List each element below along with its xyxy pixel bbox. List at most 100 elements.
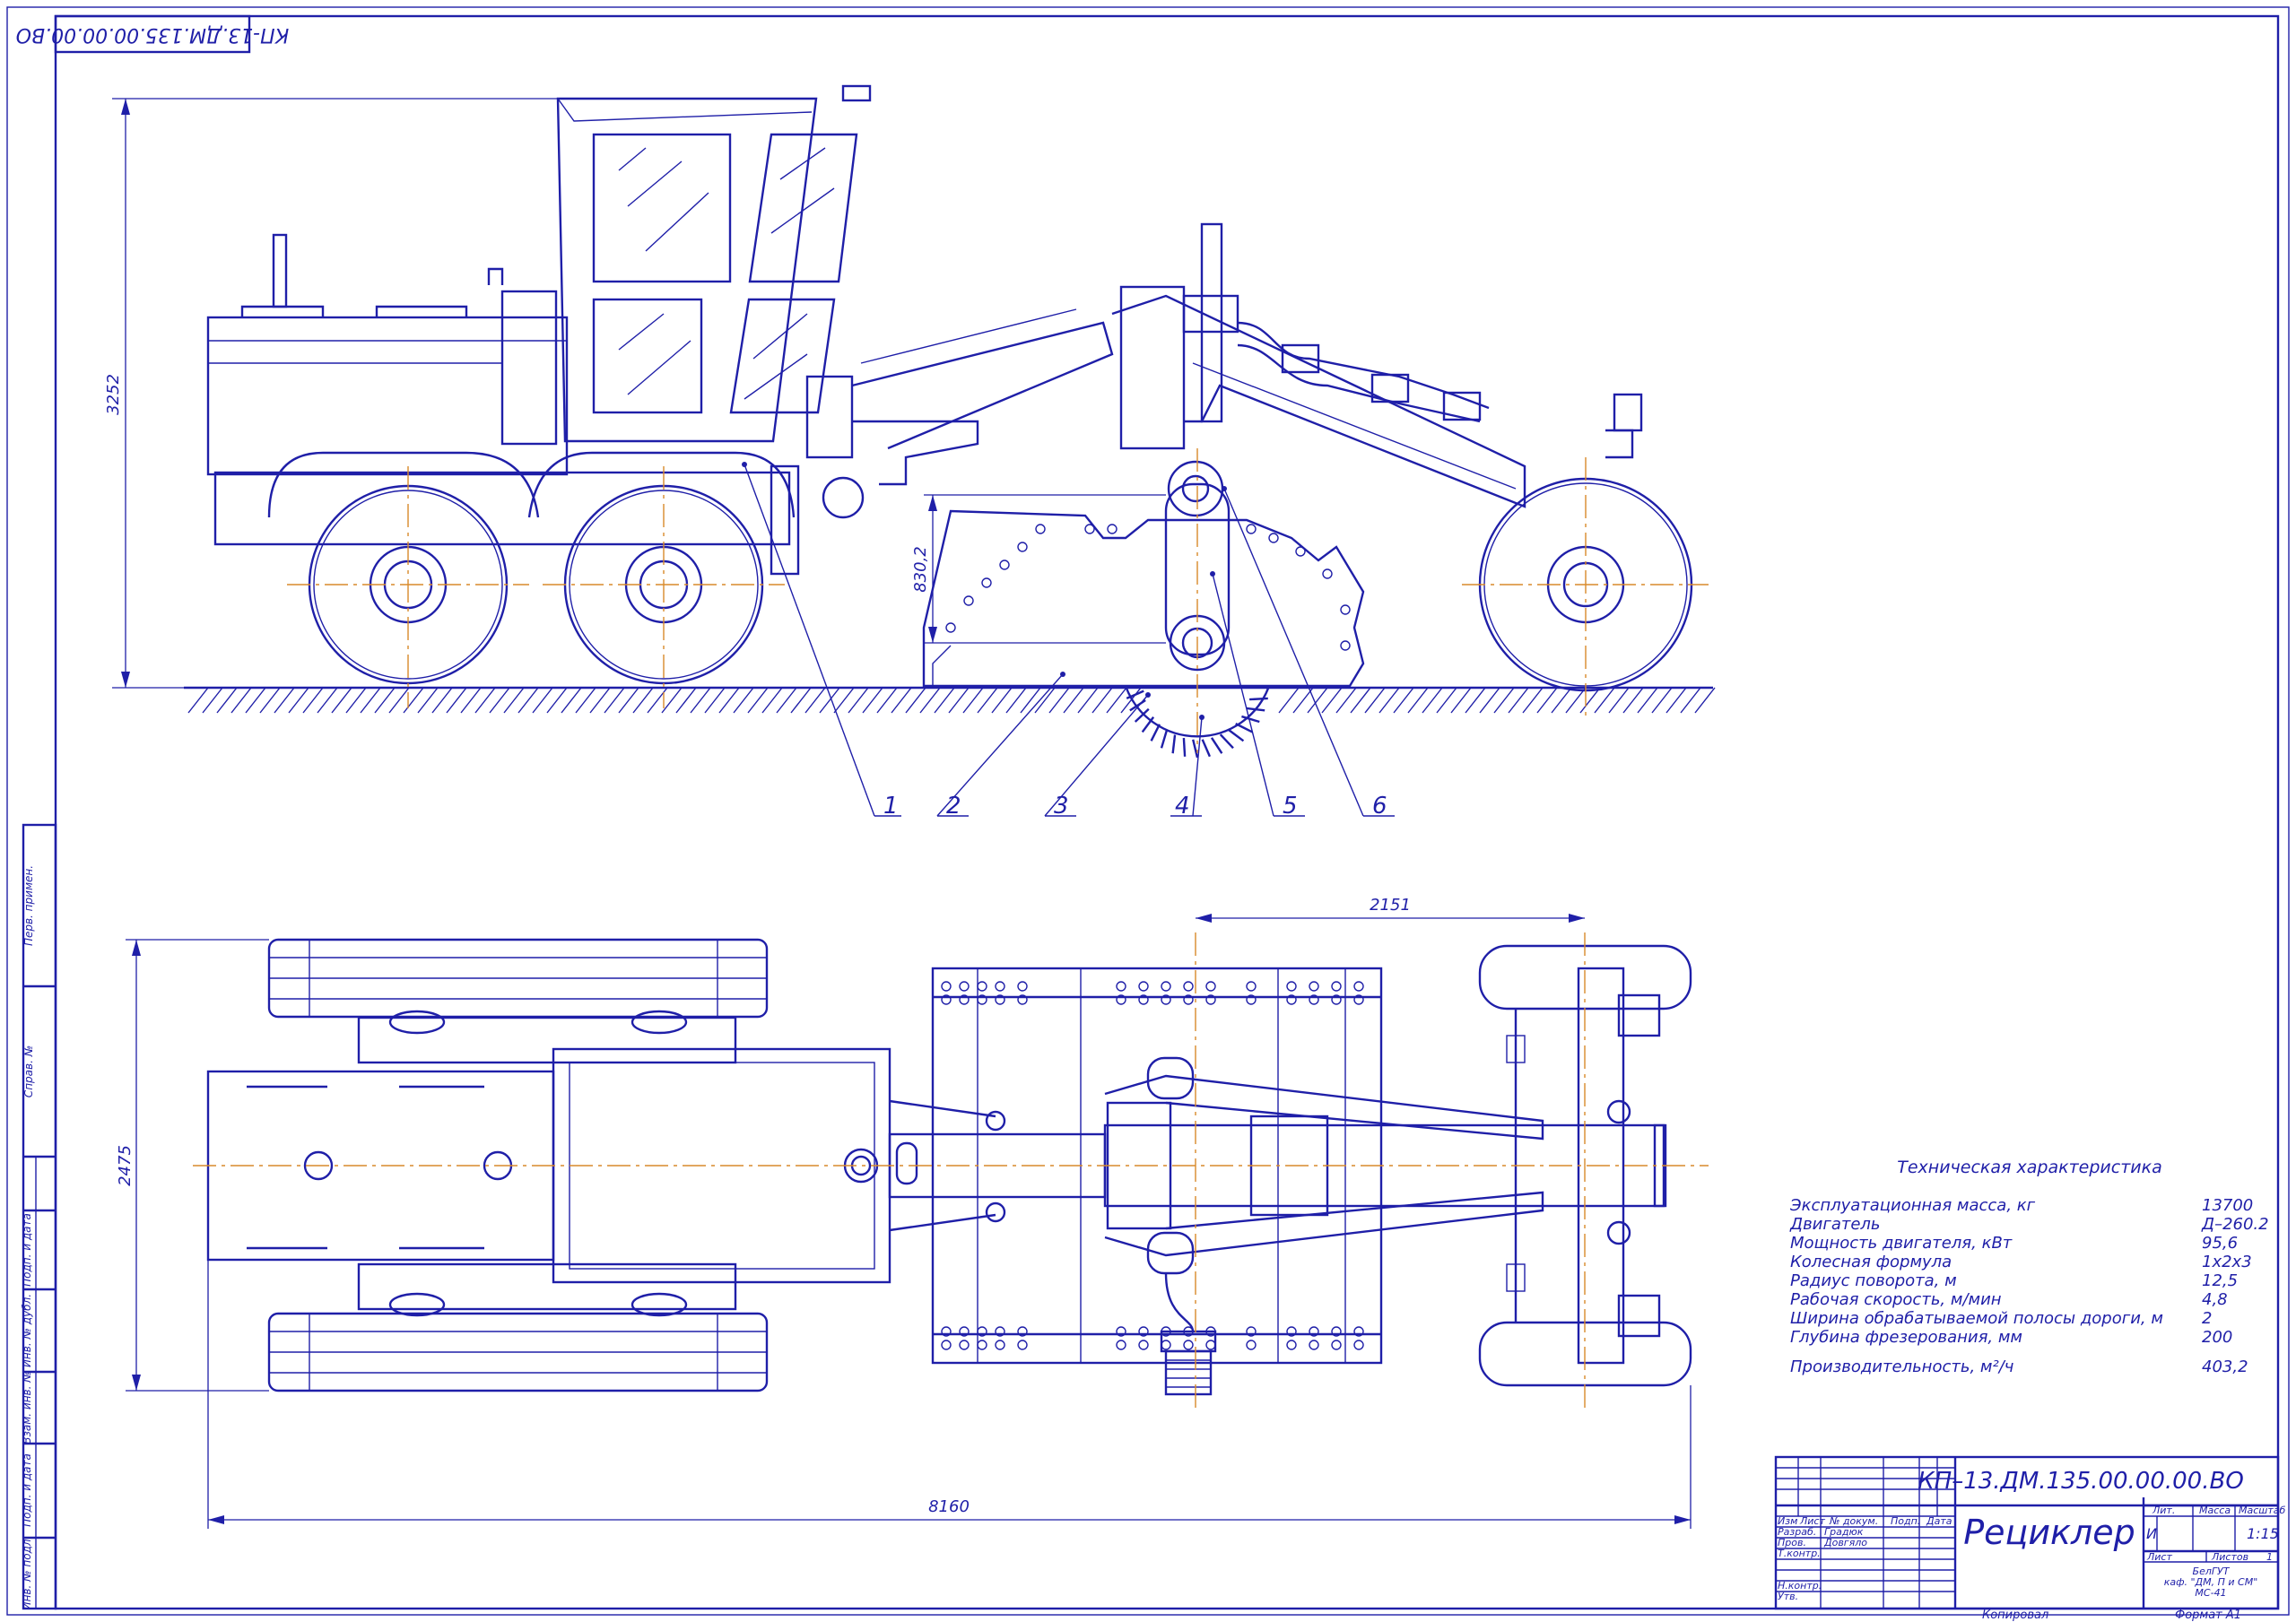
pos-6: 6 — [1372, 793, 1387, 820]
front-frame — [1111, 294, 1526, 508]
frame-bolt — [1116, 1340, 1126, 1350]
ground-hatch — [187, 687, 1716, 714]
stamp-perv: Перв. примен. — [22, 865, 35, 946]
frame-bolt — [1205, 981, 1216, 992]
spec-value-7: 200 — [2202, 1328, 2232, 1347]
side-view: 3252 830,2 1 2 3 4 5 6 — [104, 84, 1716, 820]
frame-bolt — [1331, 981, 1342, 992]
frame-bolt — [1286, 981, 1297, 992]
drum-tooth — [1182, 737, 1187, 757]
mast — [1119, 285, 1186, 450]
role-utv: Утв. — [1778, 1591, 1798, 1602]
dim-span-text: 2151 — [1370, 896, 1411, 915]
drum-tooth — [1228, 728, 1245, 742]
spec-value-8: 403,2 — [2202, 1357, 2248, 1376]
stamp-inv-dubl: Инв. № дубл. — [21, 1294, 33, 1367]
frame-bolt — [1138, 981, 1149, 992]
frame-bolt — [1116, 981, 1126, 992]
code-stamp: КП-13.ДМ.135.00.00.00.ВО — [16, 14, 289, 54]
sheets-value: 1 — [2266, 1551, 2273, 1563]
spec-value-2: 95,6 — [2202, 1234, 2238, 1253]
cab-window-upper-left — [592, 133, 732, 283]
scale-value: 1:15 — [2247, 1525, 2279, 1542]
specs-title: Техническая характеристика — [1897, 1158, 2161, 1177]
spec-value-4: 12,5 — [2202, 1271, 2238, 1290]
drum-tooth — [1160, 730, 1169, 749]
drum-tooth — [1235, 723, 1253, 733]
drawing-sheet: КП-13.ДМ.135.00.00.00.ВО Перв. примен. С… — [6, 6, 2290, 1622]
pos-2: 2 — [946, 793, 961, 820]
spec-value-1: Д–260.2 — [2201, 1215, 2269, 1234]
scale-header: Масштаб — [2239, 1505, 2285, 1516]
beacon — [841, 84, 872, 102]
frame-bolt — [1353, 981, 1364, 992]
housing-bolts — [945, 524, 1351, 651]
frame-bolt — [959, 1340, 970, 1350]
frame-bolt — [1017, 981, 1028, 992]
frame-bolt — [1309, 981, 1319, 992]
frame-bolt — [995, 981, 1005, 992]
copied-label: Копировал — [1982, 1609, 2048, 1622]
spec-label-2: Мощность двигателя, кВт — [1790, 1234, 2013, 1253]
pos-5: 5 — [1283, 793, 1298, 820]
org-line-3: МС-41 — [2195, 1587, 2226, 1599]
frame-bolt — [1331, 1340, 1342, 1350]
drum-tooth — [1171, 734, 1177, 754]
stamp-sprav: Справ. № — [22, 1045, 35, 1097]
frame-bolt — [1161, 981, 1171, 992]
stamp-podp-1: Подп. и дата — [21, 1213, 33, 1287]
spec-label-0: Эксплуатационная масса, кг — [1789, 1196, 2036, 1215]
lit-header: Лит. — [2152, 1505, 2175, 1516]
stamp-podp-2: Подп. и дата — [21, 1453, 33, 1527]
dim-height: 3252 — [104, 98, 565, 689]
frame-bolt — [1183, 981, 1194, 992]
pos-4: 4 — [1175, 793, 1190, 820]
front-light — [1613, 393, 1643, 432]
spec-value-3: 1х2х3 — [2202, 1253, 2252, 1271]
draw-frame — [851, 321, 1114, 450]
sheets-label: Листов — [2211, 1551, 2248, 1563]
spec-label-7: Глубина фрезерования, мм — [1790, 1328, 2022, 1347]
drum-tooth — [1210, 737, 1223, 754]
name-prov: Довгяло — [1823, 1537, 1867, 1548]
spec-label-5: Рабочая скорость, м/мин — [1790, 1290, 2002, 1309]
spec-value-0: 13700 — [2202, 1196, 2253, 1215]
dim-length-text: 8160 — [928, 1497, 970, 1516]
dim-depth-text: 830,2 — [911, 546, 930, 593]
drum-tooth — [1246, 707, 1265, 712]
spec-value-6: 2 — [2202, 1309, 2212, 1328]
title-block: КП–13.ДМ.135.00.00.00.ВО Рециклер Изм Ли… — [1774, 1455, 2285, 1622]
lit-value: И — [2146, 1525, 2157, 1542]
dim-width-text: 2475 — [116, 1145, 135, 1186]
role-tkontr: Т.контр. — [1778, 1548, 1821, 1559]
side-stamp-column: Перв. примен. Справ. № Подп. и дата Инв.… — [21, 823, 57, 1610]
spec-label-4: Радиус поворота, м — [1790, 1271, 1957, 1290]
frame-bolt — [1017, 1340, 1028, 1350]
drum-tooth — [1201, 739, 1211, 758]
frame-bolt — [977, 1340, 987, 1350]
drum-tooth — [1248, 697, 1268, 701]
stamp-inv-podl: Инв. № подл. — [21, 1536, 33, 1610]
spec-label-6: Ширина обрабатываемой полосы дороги, м — [1790, 1309, 2163, 1328]
drawing-title: Рециклер — [1963, 1513, 2135, 1552]
pos-3: 3 — [1054, 793, 1069, 820]
col-data: Дата — [1926, 1515, 1952, 1527]
cab-window-lower-right — [729, 298, 836, 414]
frame-bolt — [977, 981, 987, 992]
frame-bolt — [1309, 1340, 1319, 1350]
frame-bolt — [1205, 1340, 1216, 1350]
dim-span: 2151 — [1196, 896, 1585, 923]
frame-bolt — [959, 981, 970, 992]
frame-bolt — [1138, 1340, 1149, 1350]
stamp-vzam: Взам. инв. № — [21, 1371, 33, 1444]
spec-label-3: Колесная формула — [1790, 1253, 1952, 1271]
frame-bolt — [1161, 1340, 1171, 1350]
sheet-label: Лист — [2146, 1551, 2172, 1563]
dim-height-text: 3252 — [104, 374, 123, 415]
glass-strokes — [618, 147, 835, 400]
frame-bolt — [1353, 1340, 1364, 1350]
exhaust-pipe — [272, 233, 288, 308]
rear-frame — [213, 471, 791, 546]
drum-tooth — [1134, 707, 1150, 723]
drum-tooth — [1219, 733, 1234, 750]
